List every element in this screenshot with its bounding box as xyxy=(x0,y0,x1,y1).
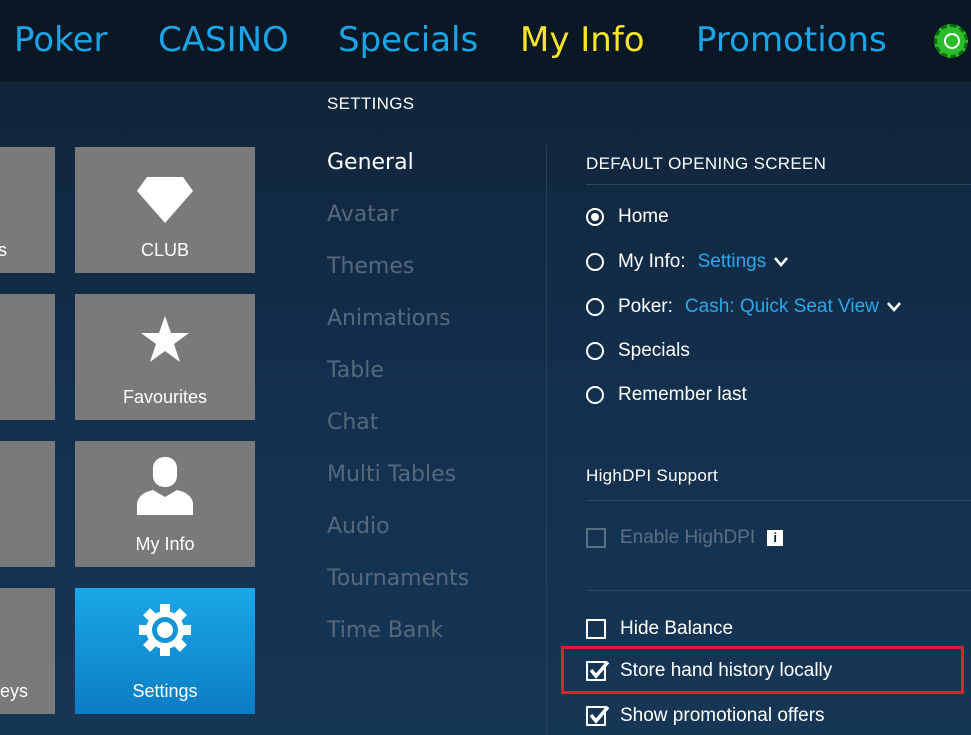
menu-multi-tables[interactable]: Multi Tables xyxy=(327,462,456,487)
chevron-down-icon[interactable] xyxy=(774,257,789,267)
partial-tile-4[interactable]: eys xyxy=(0,588,55,714)
tile-settings[interactable]: Settings xyxy=(75,588,255,714)
show-promotional-row[interactable]: Show promotional offers xyxy=(586,703,825,729)
partial-tile-1[interactable]: s xyxy=(0,147,55,273)
hide-balance-label: Hide Balance xyxy=(620,618,734,639)
radio-poker-label: Poker: xyxy=(618,296,673,317)
menu-audio[interactable]: Audio xyxy=(327,514,390,539)
hide-balance-row[interactable]: Hide Balance xyxy=(586,616,733,642)
settings-heading: SETTINGS xyxy=(327,94,415,113)
nav-casino[interactable]: CASINO xyxy=(158,18,289,62)
show-promotional-label: Show promotional offers xyxy=(620,705,825,726)
menu-general[interactable]: General xyxy=(327,150,414,175)
nav-my-info[interactable]: My Info xyxy=(520,18,645,62)
nav-promotions[interactable]: Promotions xyxy=(696,18,887,62)
vertical-divider xyxy=(546,145,547,735)
radio-remember-last[interactable] xyxy=(586,386,604,404)
radio-specials-label: Specials xyxy=(618,340,690,361)
radio-remember-last-label: Remember last xyxy=(618,384,747,405)
enable-highdpi-label: Enable HighDPI xyxy=(620,527,756,548)
info-icon[interactable]: i xyxy=(767,530,784,546)
my-info-dropdown[interactable]: Settings xyxy=(698,251,767,273)
show-promotional-checkbox[interactable] xyxy=(586,705,610,726)
radio-row-home[interactable]: Home xyxy=(586,204,669,230)
cashier-chip-icon[interactable] xyxy=(934,24,968,58)
poker-dropdown[interactable]: Cash: Quick Seat View xyxy=(685,296,879,318)
diamond-icon xyxy=(137,177,193,223)
tile-my-info[interactable]: My Info xyxy=(75,441,255,567)
radio-row-my-info[interactable]: My Info: Settings xyxy=(586,249,789,275)
gear-icon xyxy=(139,604,191,656)
menu-animations[interactable]: Animations xyxy=(327,306,451,331)
divider xyxy=(586,590,971,591)
tile-favourites-label: Favourites xyxy=(122,387,208,407)
partial-tile-3[interactable] xyxy=(0,441,55,567)
radio-my-info-label: My Info: xyxy=(618,251,686,272)
divider xyxy=(586,500,971,501)
tile-my-info-label: My Info xyxy=(135,534,195,554)
user-icon xyxy=(137,457,193,515)
default-screen-heading: DEFAULT OPENING SCREEN xyxy=(586,154,827,173)
enable-highdpi-row[interactable]: Enable HighDPI i xyxy=(586,525,784,551)
menu-tournaments[interactable]: Tournaments xyxy=(327,566,469,591)
radio-row-specials[interactable]: Specials xyxy=(586,338,690,364)
top-navigation: Poker CASINO Specials My Info Promotions xyxy=(0,0,971,82)
partial-tile-2[interactable] xyxy=(0,294,55,420)
checkmark-icon xyxy=(589,705,610,724)
tile-club-label: CLUB xyxy=(140,240,189,260)
radio-row-poker[interactable]: Poker: Cash: Quick Seat View xyxy=(586,294,901,320)
tile-favourites[interactable]: Favourites xyxy=(75,294,255,420)
highlight-box xyxy=(561,646,964,694)
hide-balance-checkbox[interactable] xyxy=(586,619,606,639)
chevron-down-icon[interactable] xyxy=(886,302,901,312)
partial-tile-4-label: eys xyxy=(0,681,29,701)
radio-row-remember-last[interactable]: Remember last xyxy=(586,382,747,408)
tile-club[interactable]: CLUB xyxy=(75,147,255,273)
menu-avatar[interactable]: Avatar xyxy=(327,202,398,227)
menu-table[interactable]: Table xyxy=(327,358,384,383)
nav-specials[interactable]: Specials xyxy=(338,18,478,62)
menu-time-bank[interactable]: Time Bank xyxy=(327,618,443,643)
menu-themes[interactable]: Themes xyxy=(327,254,414,279)
radio-home[interactable] xyxy=(586,208,604,226)
nav-poker[interactable]: Poker xyxy=(14,18,107,62)
tile-settings-label: Settings xyxy=(132,681,198,701)
radio-my-info[interactable] xyxy=(586,253,604,271)
star-icon xyxy=(141,316,189,362)
radio-poker[interactable] xyxy=(586,298,604,316)
highdpi-heading: HighDPI Support xyxy=(586,466,719,485)
menu-chat[interactable]: Chat xyxy=(327,410,378,435)
partial-tile-1-label: s xyxy=(0,240,7,260)
enable-highdpi-checkbox[interactable] xyxy=(586,528,606,548)
divider xyxy=(586,184,971,185)
radio-home-label: Home xyxy=(618,206,669,227)
radio-specials[interactable] xyxy=(586,342,604,360)
